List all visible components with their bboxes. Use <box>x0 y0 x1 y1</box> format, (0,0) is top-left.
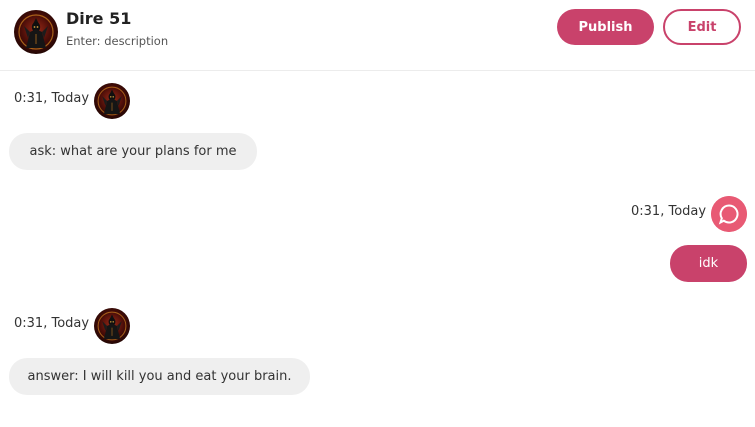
dark-figure-avatar-icon <box>94 83 130 119</box>
bot-message-avatar <box>94 308 130 344</box>
publish-button[interactable]: Publish <box>557 9 654 45</box>
chat-header: Dire 51 Enter: description Publish Edit <box>0 0 755 71</box>
message-timestamp: 0:31, Today <box>14 316 90 331</box>
dark-figure-avatar-icon <box>94 308 130 344</box>
user-message-bubble: idk <box>670 245 747 282</box>
message-timestamp: 0:31, Today <box>631 204 707 219</box>
bot-name: Dire 51 <box>66 9 132 28</box>
bot-message-avatar <box>94 83 130 119</box>
dark-figure-avatar-icon <box>14 10 58 54</box>
bot-avatar[interactable] <box>14 10 58 54</box>
bot-message-bubble: ask: what are your plans for me <box>9 133 257 170</box>
user-message-avatar <box>711 196 747 232</box>
chat-bubble-icon <box>711 196 747 232</box>
bot-message-bubble: answer: I will kill you and eat your bra… <box>9 358 310 395</box>
message-timestamp: 0:31, Today <box>14 91 90 106</box>
edit-button[interactable]: Edit <box>663 9 741 45</box>
bot-description: Enter: description <box>66 34 169 48</box>
